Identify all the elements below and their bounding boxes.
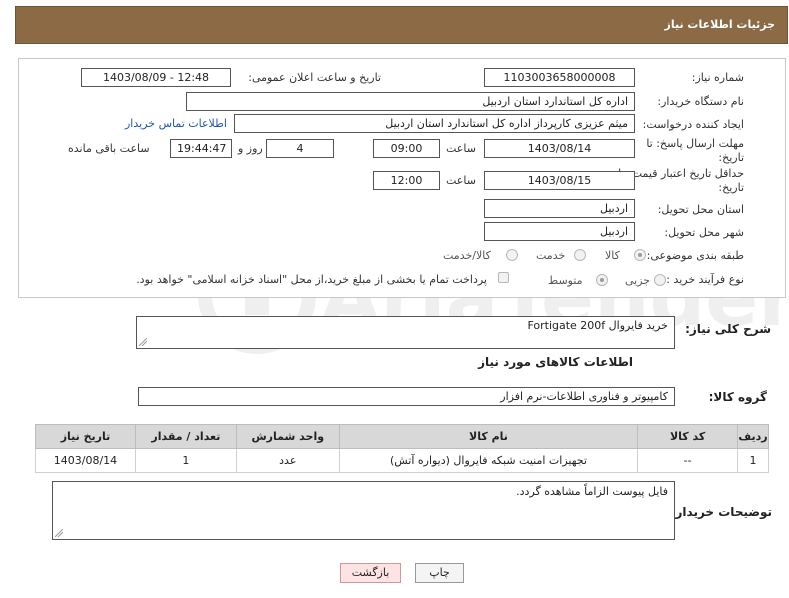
category-radio-goods[interactable] <box>634 249 646 261</box>
category-option-service: خدمت <box>536 249 566 262</box>
announce-label: تاریخ و ساعت اعلان عمومی: <box>248 71 381 84</box>
items-table-wrapper: ردیف کد کالا نام کالا واحد شمارش تعداد /… <box>35 424 769 473</box>
goods-group-field: کامپیوتر و فناوری اطلاعات-نرم افزار <box>138 387 675 406</box>
validity-date-field: 1403/08/15 <box>484 171 635 190</box>
goods-group-label: گروه کالا: <box>708 390 767 404</box>
items-table-header: ردیف کد کالا نام کالا واحد شمارش تعداد /… <box>35 424 769 449</box>
cell-quantity: 1 <box>134 448 237 473</box>
buyer-contact-link[interactable]: اطلاعات تماس خریدار <box>125 117 227 130</box>
category-radio-service[interactable] <box>574 249 586 261</box>
creator-label: ایجاد کننده درخواست: <box>642 118 744 131</box>
buyer-notes-label: توضیحات خریدار: <box>670 505 772 519</box>
cell-need-date: 1403/08/14 <box>35 448 136 473</box>
need-summary-label: شرح کلی نیاز: <box>685 322 771 336</box>
print-button[interactable]: چاپ <box>415 563 464 583</box>
purchase-radio-minor[interactable] <box>654 274 666 286</box>
goods-info-title: اطلاعات کالاهای مورد نیاز <box>478 355 633 369</box>
validity-hour-label: ساعت <box>446 174 476 187</box>
buyer-notes-text: فایل پیوست الزاماً مشاهده گردد. <box>516 485 668 498</box>
col-item-name: نام کالا <box>338 424 639 449</box>
validity-label-date: تاریخ: <box>718 181 744 194</box>
page-title: جزئیات اطلاعات نیاز <box>664 18 776 31</box>
city-field: اردبیل <box>484 222 635 241</box>
col-quantity: تعداد / مقدار <box>134 424 237 449</box>
purchase-option-medium: متوسط <box>548 274 583 287</box>
deadline-label-date: تاریخ: <box>718 151 744 164</box>
province-field: اردبیل <box>484 199 635 218</box>
buyer-org-label: نام دستگاه خریدار: <box>657 95 744 108</box>
items-table: ردیف کد کالا نام کالا واحد شمارش تعداد /… <box>35 424 769 473</box>
province-label: استان محل تحویل: <box>657 203 744 216</box>
deadline-time-field: 09:00 <box>373 139 440 158</box>
treasury-payment-checkbox[interactable] <box>498 272 509 283</box>
purchase-type-label: نوع فرآیند خرید : <box>666 273 744 286</box>
col-need-date: تاریخ نیاز <box>35 424 136 449</box>
col-unit: واحد شمارش <box>235 424 340 449</box>
purchase-radio-medium[interactable] <box>596 274 608 286</box>
remaining-time-field: 19:44:47 <box>170 139 232 158</box>
purchase-option-minor: جزیی <box>625 274 651 287</box>
cell-unit: عدد <box>235 448 340 473</box>
validity-time-field: 12:00 <box>373 171 440 190</box>
announce-field: 1403/08/09 - 12:48 <box>81 68 231 87</box>
validity-label: حداقل تاریخ اعتبار قیمت: تا <box>618 167 744 180</box>
deadline-hour-label: ساعت <box>446 142 476 155</box>
category-option-goods: کالا <box>605 249 620 262</box>
buyer-org-field: اداره کل استاندارد استان اردبیل <box>186 92 635 111</box>
back-button[interactable]: بازگشت <box>340 563 401 583</box>
need-number-label: شماره نیاز: <box>691 71 744 84</box>
need-number-field: 1103003658000008 <box>484 68 635 87</box>
need-summary-field: خرید فایروال Fortigate 200f <box>136 316 675 349</box>
buyer-notes-field: فایل پیوست الزاماً مشاهده گردد. <box>52 481 675 540</box>
resize-grip-icon[interactable] <box>139 338 147 346</box>
treasury-payment-note: پرداخت تمام یا بخشی از مبلغ خرید،از محل … <box>136 273 487 286</box>
category-option-goods-service: کالا/خدمت <box>443 249 491 262</box>
page-header-bar: جزئیات اطلاعات نیاز <box>15 6 788 44</box>
deadline-label: مهلت ارسال پاسخ: تا <box>646 137 744 150</box>
creator-field: میثم عزیزی کارپرداز اداره کل استاندارد ا… <box>234 114 635 133</box>
days-label: روز و <box>238 142 263 155</box>
category-label: طبقه بندی موضوعی: <box>646 249 744 262</box>
col-item-code: کد کالا <box>637 424 739 449</box>
col-row-number: ردیف <box>737 424 769 449</box>
remaining-days-field: 4 <box>266 139 334 158</box>
deadline-date-field: 1403/08/14 <box>484 139 635 158</box>
table-row: 1 -- تجهیزات امنیت شبکه فایروال (دیواره … <box>35 448 769 473</box>
cell-item-name: تجهیزات امنیت شبکه فایروال (دیواره آتش) <box>338 448 639 473</box>
city-label: شهر محل تحویل: <box>664 226 744 239</box>
remaining-label: ساعت باقی مانده <box>68 142 150 155</box>
resize-grip-icon[interactable] <box>55 529 63 537</box>
cell-item-code: -- <box>637 448 739 473</box>
category-radio-goods-service[interactable] <box>506 249 518 261</box>
cell-row-number: 1 <box>737 448 769 473</box>
need-summary-text: خرید فایروال Fortigate 200f <box>527 319 668 332</box>
